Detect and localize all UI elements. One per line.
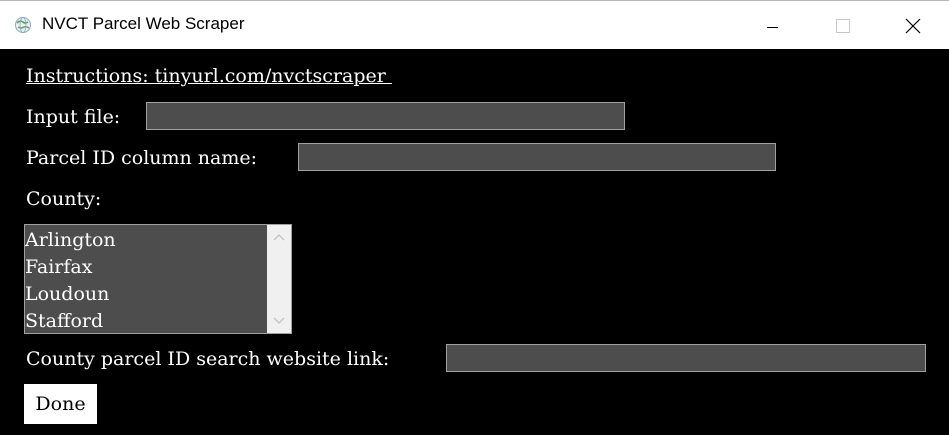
parcel-id-column-label: Parcel ID column name: <box>26 147 258 169</box>
chevron-up-icon <box>273 234 285 241</box>
minimize-button[interactable] <box>738 1 808 49</box>
chevron-down-icon <box>273 317 285 324</box>
instructions-link[interactable]: Instructions: tinyurl.com/nvctscraper <box>26 65 392 87</box>
county-label: County: <box>26 188 102 210</box>
maximize-icon <box>836 19 850 33</box>
county-listbox[interactable]: Arlington Fairfax Loudoun Stafford <box>24 224 292 334</box>
window-title: NVCT Parcel Web Scraper <box>42 14 245 33</box>
maximize-button[interactable] <box>808 1 878 49</box>
county-option-stafford[interactable]: Stafford <box>25 308 103 333</box>
scroll-up-button[interactable] <box>267 227 291 247</box>
title-bar[interactable]: NVCT Parcel Web Scraper <box>0 0 949 49</box>
parcel-id-column-field[interactable] <box>298 143 776 171</box>
scroll-down-button[interactable] <box>267 311 291 331</box>
close-button[interactable] <box>878 1 948 49</box>
minimize-icon <box>767 27 778 28</box>
form-area: Instructions: tinyurl.com/nvctscraper In… <box>0 49 949 435</box>
county-option-arlington[interactable]: Arlington <box>25 227 116 254</box>
done-button[interactable]: Done <box>24 384 97 424</box>
county-scrollbar[interactable] <box>267 225 291 333</box>
input-file-label: Input file: <box>26 106 121 128</box>
website-link-label: County parcel ID search website link: <box>26 348 390 370</box>
app-window: NVCT Parcel Web Scraper Instructions: ti… <box>0 0 949 435</box>
input-file-field[interactable] <box>146 102 625 130</box>
county-option-fairfax[interactable]: Fairfax <box>25 254 92 281</box>
globe-app-icon <box>14 16 32 34</box>
close-icon <box>905 18 921 34</box>
county-option-loudoun[interactable]: Loudoun <box>25 281 109 308</box>
website-link-field[interactable] <box>446 344 926 372</box>
